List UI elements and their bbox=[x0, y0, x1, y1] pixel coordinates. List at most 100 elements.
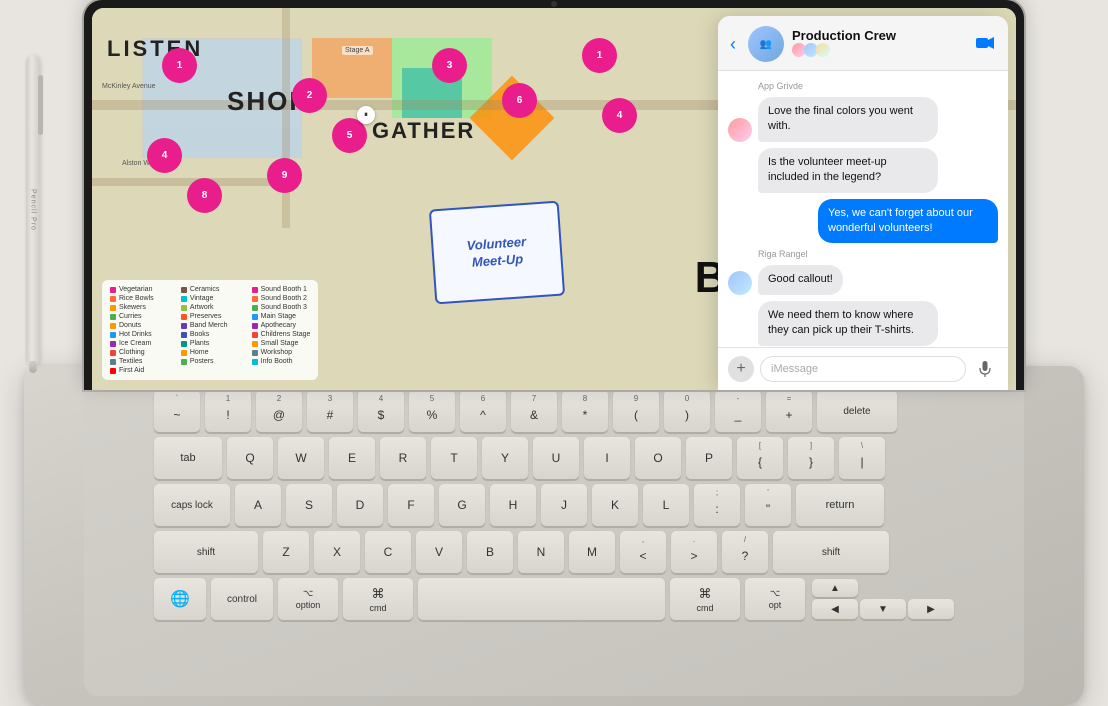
key-g[interactable]: G bbox=[439, 484, 485, 526]
key-8[interactable]: 8* bbox=[562, 390, 608, 432]
key-quote[interactable]: '" bbox=[745, 484, 791, 526]
key-m[interactable]: M bbox=[569, 531, 615, 573]
key-z[interactable]: Z bbox=[263, 531, 309, 573]
legend-smallstage: Small Stage bbox=[252, 340, 311, 347]
key-equals[interactable]: =+ bbox=[766, 390, 812, 432]
key-a[interactable]: A bbox=[235, 484, 281, 526]
key-command-left[interactable]: ⌘cmd bbox=[343, 578, 413, 620]
key-p[interactable]: P bbox=[686, 437, 732, 479]
legend-apothecary: Apothecary bbox=[252, 322, 311, 329]
key-return[interactable]: return bbox=[796, 484, 884, 526]
key-comma[interactable]: ,< bbox=[620, 531, 666, 573]
key-row-4: shift Z X C V B N M ,< .> /? shift bbox=[154, 531, 954, 573]
key-v[interactable]: V bbox=[416, 531, 462, 573]
key-option-left[interactable]: ⌥option bbox=[278, 578, 338, 620]
key-j[interactable]: J bbox=[541, 484, 587, 526]
back-button[interactable]: ‹ bbox=[730, 34, 736, 55]
key-tab[interactable]: tab bbox=[154, 437, 222, 479]
volunteer-sticker: VolunteerMeet-Up bbox=[429, 201, 565, 305]
key-9[interactable]: 9( bbox=[613, 390, 659, 432]
key-n[interactable]: N bbox=[518, 531, 564, 573]
map-legend: Vegetarian Ceramics Sound Booth 1 Rice B… bbox=[102, 280, 318, 380]
key-tilde[interactable]: ` ~ bbox=[154, 390, 200, 432]
msg-row-4: Good callout! bbox=[728, 265, 998, 294]
key-arrow-left[interactable]: ◀ bbox=[812, 599, 858, 619]
key-backslash[interactable]: \| bbox=[839, 437, 885, 479]
legend-artwork: Artwork bbox=[181, 304, 240, 311]
msg-sender-1: App Grivde bbox=[758, 81, 998, 91]
key-t[interactable]: T bbox=[431, 437, 477, 479]
key-b[interactable]: B bbox=[467, 531, 513, 573]
key-r[interactable]: R bbox=[380, 437, 426, 479]
msg-bubble-2: Is the volunteer meet-up included in the… bbox=[758, 148, 938, 193]
key-l[interactable]: L bbox=[643, 484, 689, 526]
key-option-right[interactable]: ⌥opt bbox=[745, 578, 805, 620]
legend-childrensstage: Childrens Stage bbox=[252, 331, 311, 338]
stage-a-label: Stage A bbox=[342, 46, 373, 55]
key-arrow-down[interactable]: ▼ bbox=[860, 599, 906, 619]
add-attachment-button[interactable]: + bbox=[728, 356, 754, 382]
key-7[interactable]: 7& bbox=[511, 390, 557, 432]
group-name: Production Crew bbox=[792, 28, 968, 43]
key-caps-lock[interactable]: caps lock bbox=[154, 484, 230, 526]
apple-pencil: Pencil Pro bbox=[26, 55, 40, 365]
key-q[interactable]: Q bbox=[227, 437, 273, 479]
key-e[interactable]: E bbox=[329, 437, 375, 479]
key-row-2: tab Q W E R T Y U I O P [{ ]} \| bbox=[154, 437, 954, 479]
legend-ricebowls: Rice Bowls bbox=[110, 295, 169, 302]
key-row-3: caps lock A S D F G H J K L ;: '" return bbox=[154, 484, 954, 526]
key-u[interactable]: U bbox=[533, 437, 579, 479]
key-slash[interactable]: /? bbox=[722, 531, 768, 573]
message-input[interactable]: iMessage bbox=[760, 356, 966, 382]
key-period[interactable]: .> bbox=[671, 531, 717, 573]
map-circle-2: 4 bbox=[147, 138, 182, 173]
key-command-right[interactable]: ⌘cmd bbox=[670, 578, 740, 620]
key-shift-right[interactable]: shift bbox=[773, 531, 889, 573]
key-control[interactable]: control bbox=[211, 578, 273, 620]
key-4[interactable]: 4$ bbox=[358, 390, 404, 432]
key-1[interactable]: 1! bbox=[205, 390, 251, 432]
key-f[interactable]: F bbox=[388, 484, 434, 526]
map-circle-3: 8 bbox=[187, 178, 222, 213]
map-circle-4: 2 bbox=[292, 78, 327, 113]
key-minus[interactable]: -_ bbox=[715, 390, 761, 432]
key-x[interactable]: X bbox=[314, 531, 360, 573]
key-3[interactable]: 3# bbox=[307, 390, 353, 432]
key-6[interactable]: 6^ bbox=[460, 390, 506, 432]
legend-curries: Curries bbox=[110, 313, 169, 320]
map-circle-9: 4 bbox=[602, 98, 637, 133]
key-w[interactable]: W bbox=[278, 437, 324, 479]
key-delete[interactable]: delete bbox=[817, 390, 897, 432]
key-s[interactable]: S bbox=[286, 484, 332, 526]
key-k[interactable]: K bbox=[592, 484, 638, 526]
legend-soundbooth3: Sound Booth 3 bbox=[252, 304, 311, 311]
msg-bubble-4: Good callout! bbox=[758, 265, 843, 294]
key-arrow-up[interactable]: ▲ bbox=[812, 579, 858, 597]
road-vertical-1 bbox=[282, 8, 290, 228]
facetime-icon[interactable] bbox=[976, 34, 996, 55]
key-globe[interactable]: 🌐 bbox=[154, 578, 206, 620]
key-bracket-close[interactable]: ]} bbox=[788, 437, 834, 479]
legend-skewers: Skewers bbox=[110, 304, 169, 311]
key-c[interactable]: C bbox=[365, 531, 411, 573]
key-shift-left[interactable]: shift bbox=[154, 531, 258, 573]
key-i[interactable]: I bbox=[584, 437, 630, 479]
key-5[interactable]: 5% bbox=[409, 390, 455, 432]
key-d[interactable]: D bbox=[337, 484, 383, 526]
key-h[interactable]: H bbox=[490, 484, 536, 526]
key-2[interactable]: 2@ bbox=[256, 390, 302, 432]
map-circle-1: 1 bbox=[162, 48, 197, 83]
key-bracket-open[interactable]: [{ bbox=[737, 437, 783, 479]
msg-row-5: We need them to know where they can pick… bbox=[758, 301, 998, 346]
key-0[interactable]: 0) bbox=[664, 390, 710, 432]
legend-hotdrinks: Hot Drinks bbox=[110, 331, 169, 338]
key-o[interactable]: O bbox=[635, 437, 681, 479]
voice-input-button[interactable] bbox=[972, 356, 998, 382]
legend-icecream: Ice Cream bbox=[110, 340, 169, 347]
key-arrow-right[interactable]: ▶ bbox=[908, 599, 954, 619]
key-space[interactable] bbox=[418, 578, 665, 620]
key-semicolon[interactable]: ;: bbox=[694, 484, 740, 526]
pencil-tip bbox=[29, 361, 37, 373]
pencil-label: Pencil Pro bbox=[30, 189, 37, 231]
key-y[interactable]: Y bbox=[482, 437, 528, 479]
